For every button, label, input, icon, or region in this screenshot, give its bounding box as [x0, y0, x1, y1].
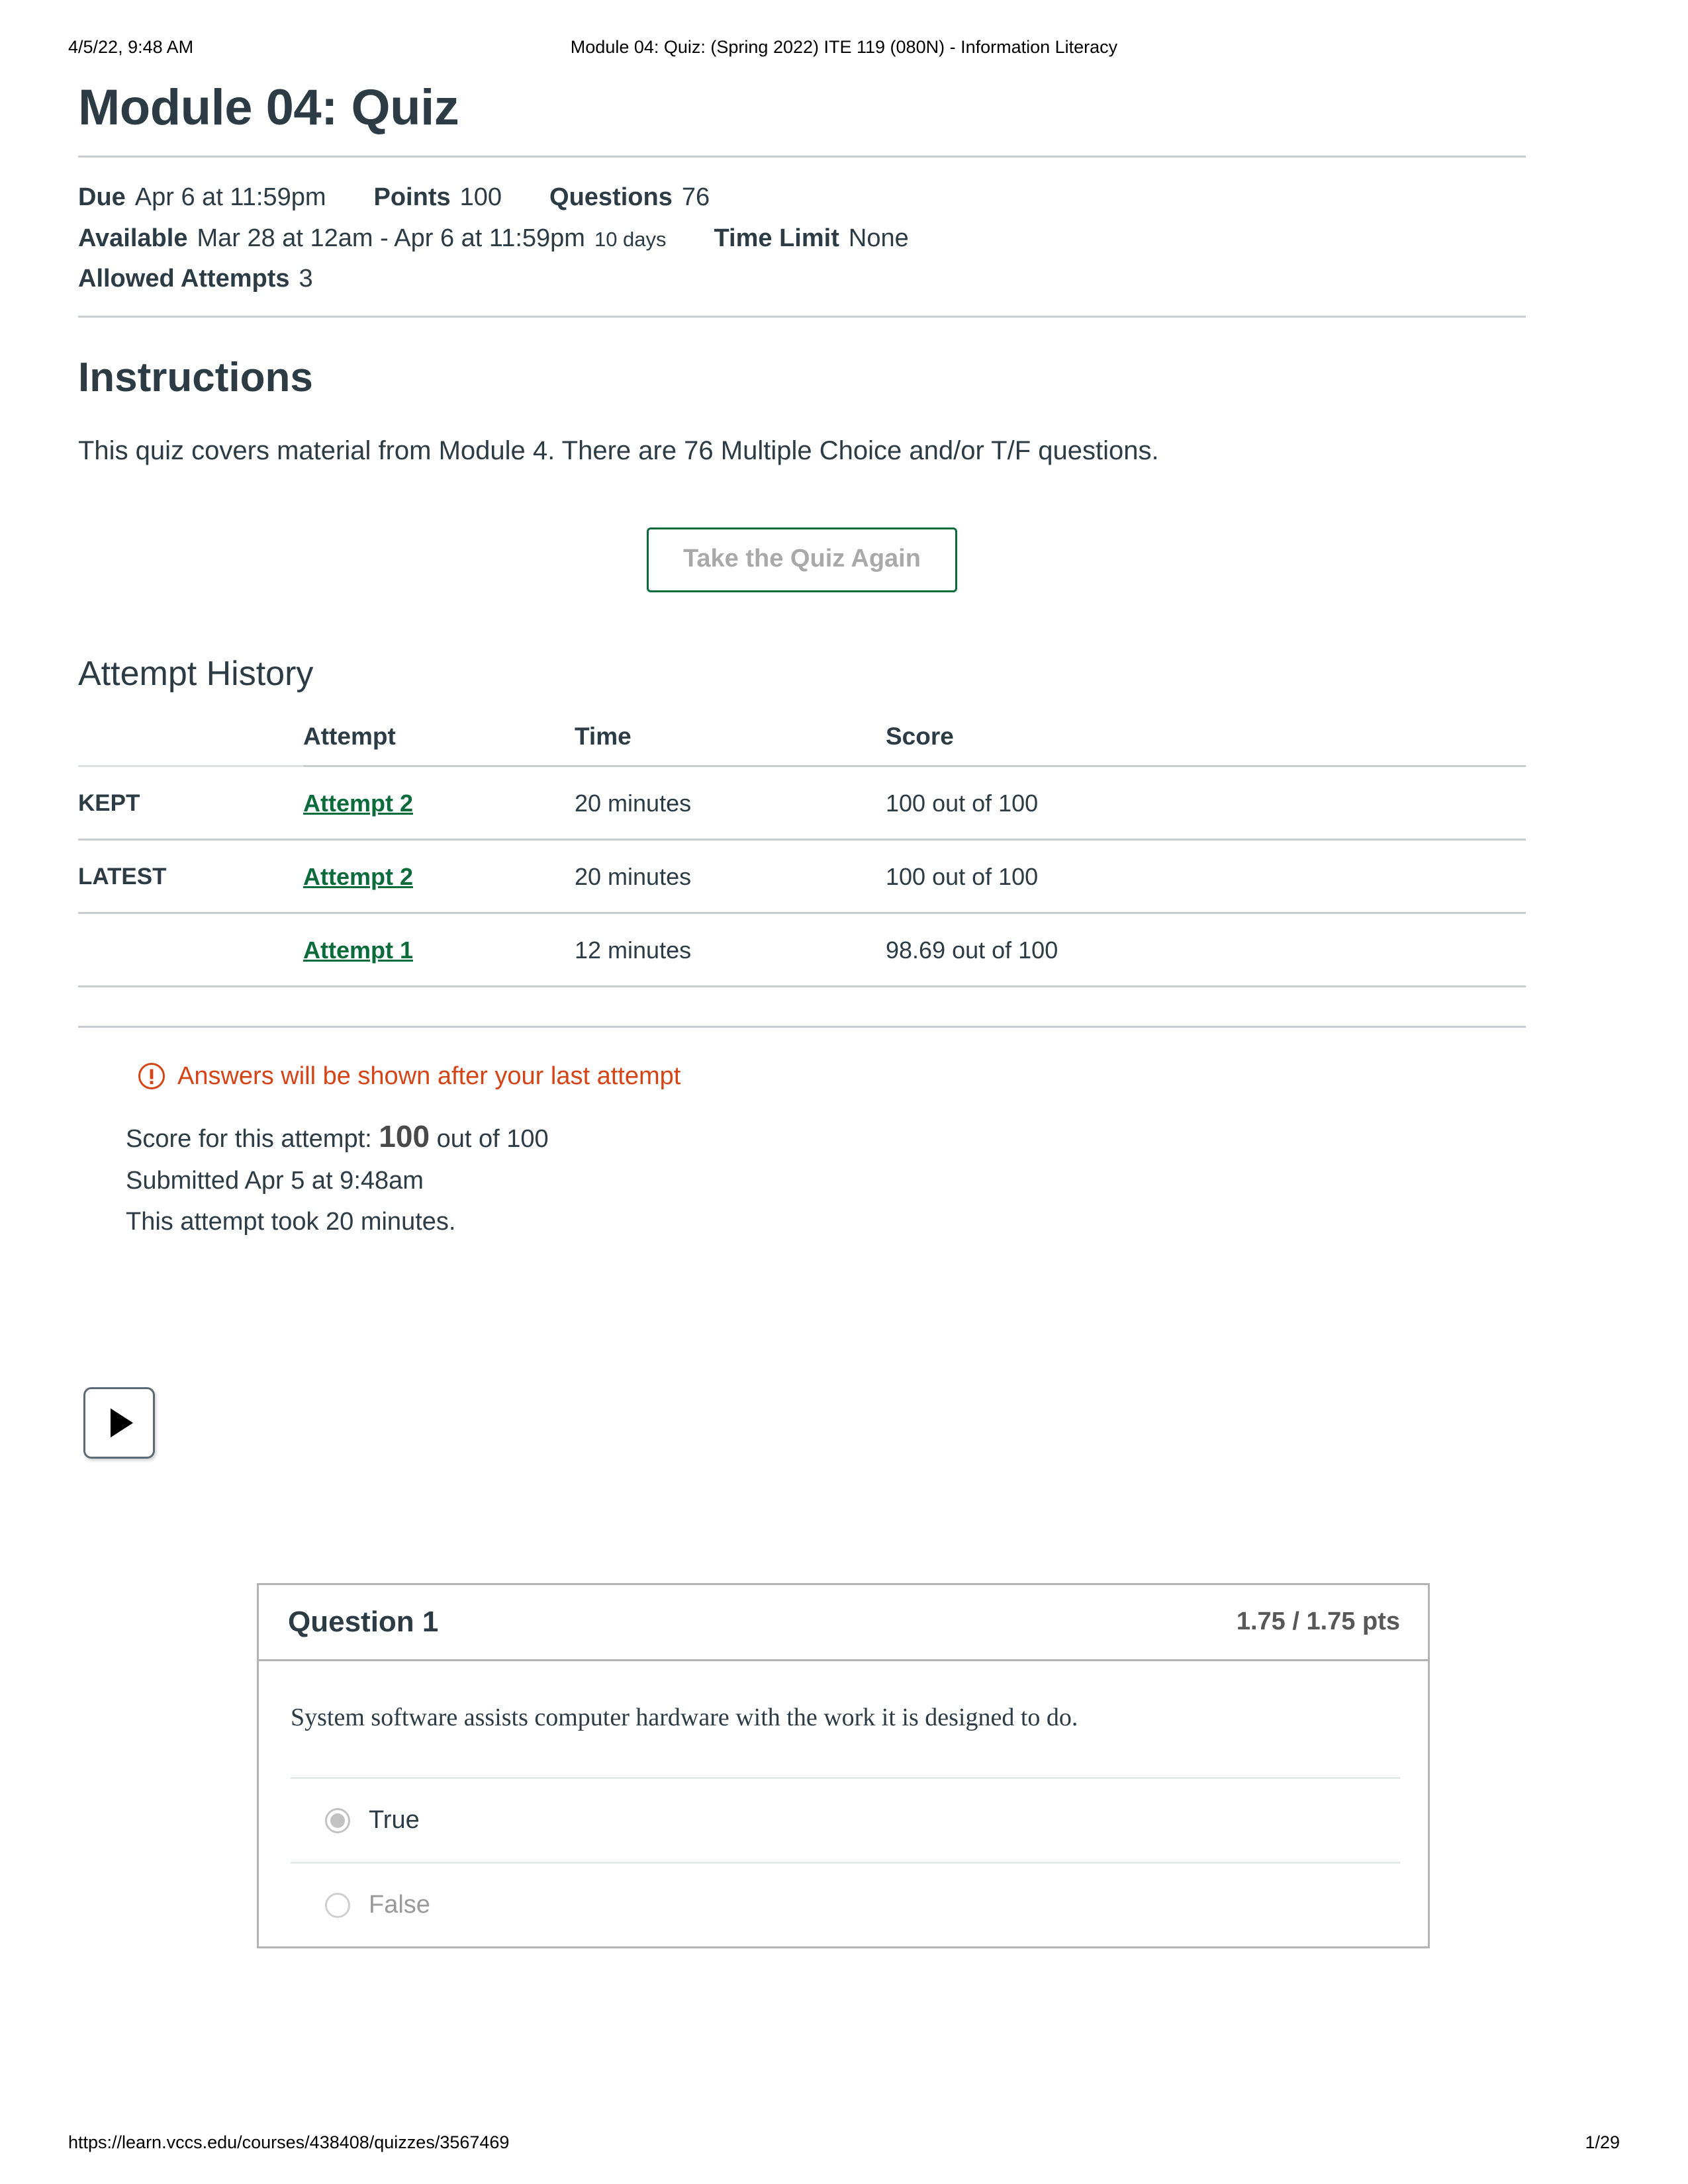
- meta-divider: [78, 315, 1526, 318]
- meta-row-due: Due Apr 6 at 11:59pm Points 100 Questions 76: [78, 177, 1594, 218]
- play-toggle-button[interactable]: [83, 1387, 155, 1459]
- row-score: 98.69 out of 100: [886, 913, 1526, 987]
- row-score: 100 out of 100: [886, 839, 1526, 914]
- quiz-meta: Due Apr 6 at 11:59pm Points 100 Questions 76 …: [78, 177, 1594, 300]
- table-row: KEPT Attempt 2 20 minutes 100 out of 100: [78, 766, 1526, 841]
- time-limit-value: None: [848, 224, 909, 252]
- play-icon: [111, 1408, 133, 1437]
- attempt-link[interactable]: Attempt 2: [303, 790, 413, 817]
- quiz-print-page: 4/5/22, 9:48 AM Module 04: Quiz: (Spring…: [0, 0, 1688, 2184]
- table-row: LATEST Attempt 2 20 minutes 100 out of 1…: [78, 839, 1526, 914]
- row-kind: KEPT: [78, 766, 303, 841]
- score-suffix: out of 100: [436, 1124, 549, 1153]
- time-limit-label: Time Limit: [714, 224, 839, 252]
- print-footer-url: https://learn.vccs.edu/courses/438408/qu…: [68, 2132, 510, 2152]
- row-time: 12 minutes: [575, 913, 886, 987]
- row-score: 100 out of 100: [886, 766, 1526, 841]
- question-body: System software assists computer hardwar…: [259, 1661, 1428, 1946]
- row-time: 20 minutes: [575, 766, 886, 841]
- radio-unselected-icon[interactable]: [325, 1892, 350, 1918]
- col-header-attempt: Attempt: [303, 718, 575, 767]
- answer-label: False: [369, 1891, 430, 1919]
- main-content: Module 04: Quiz Due Apr 6 at 11:59pm Point…: [78, 79, 1594, 1242]
- instructions-heading: Instructions: [78, 354, 313, 400]
- available-duration: 10 days: [594, 227, 667, 251]
- row-kind: [78, 913, 303, 987]
- score-value: 100: [379, 1118, 430, 1154]
- print-header: 4/5/22, 9:48 AM Module 04: Quiz: (Spring…: [0, 37, 1688, 64]
- take-the-quiz-again-button[interactable]: Take the Quiz Again: [647, 527, 957, 593]
- col-header-time: Time: [575, 718, 886, 767]
- question-header: Question 1 1.75 / 1.75 pts: [259, 1585, 1428, 1662]
- meta-row-attempts: Allowed Attempts 3: [78, 259, 1594, 300]
- take-again-wrap: Take the Quiz Again: [78, 527, 1526, 593]
- page-title: Module 04: Quiz: [78, 79, 459, 136]
- alert-message: Answers will be shown after your last at…: [177, 1062, 681, 1090]
- score-line: Score for this attempt: 100 out of 100: [126, 1112, 1594, 1161]
- answers-shown-alert: Answers will be shown after your last at…: [138, 1062, 1594, 1091]
- score-summary: Score for this attempt: 100 out of 100 S…: [126, 1112, 1594, 1243]
- col-header-kind: [78, 718, 303, 767]
- answer-option-false[interactable]: False: [291, 1862, 1400, 1946]
- available-value: Mar 28 at 12am - Apr 6 at 11:59pm: [197, 224, 585, 252]
- available-label: Available: [78, 224, 188, 252]
- table-header-row: Attempt Time Score: [78, 718, 1526, 767]
- attempt-link[interactable]: Attempt 2: [303, 863, 413, 890]
- row-time: 20 minutes: [575, 839, 886, 914]
- allowed-attempts-value: 3: [299, 265, 313, 293]
- attempt-history-table: Attempt Time Score KEPT Attempt 2 20 min…: [78, 718, 1526, 987]
- attempt-link[interactable]: Attempt 1: [303, 936, 413, 964]
- duration-line: This attempt took 20 minutes.: [126, 1207, 456, 1236]
- due-label: Due: [78, 183, 126, 212]
- answer-list: True False: [291, 1777, 1400, 1946]
- allowed-attempts-label: Allowed Attempts: [78, 265, 290, 293]
- print-header-title: Module 04: Quiz: (Spring 2022) ITE 119 (…: [570, 37, 1118, 57]
- attempt-table-bottom-divider: [78, 1025, 1526, 1028]
- row-attempt: Attempt 2: [303, 839, 575, 914]
- print-footer-page: 1/29: [1585, 2132, 1620, 2152]
- points-value: 100: [459, 183, 502, 212]
- submitted-line: Submitted Apr 5 at 9:48am: [126, 1167, 424, 1195]
- question-points: 1.75 / 1.75 pts: [1236, 1608, 1400, 1636]
- col-header-score: Score: [886, 718, 1526, 767]
- attempt-history-heading: Attempt History: [78, 655, 314, 694]
- question-text: System software assists computer hardwar…: [291, 1704, 1078, 1732]
- row-attempt: Attempt 2: [303, 766, 575, 841]
- due-value: Apr 6 at 11:59pm: [134, 183, 326, 212]
- row-kind: LATEST: [78, 839, 303, 914]
- meta-row-available: Available Mar 28 at 12am - Apr 6 at 11:59…: [78, 218, 1594, 259]
- answer-option-true[interactable]: True: [291, 1777, 1400, 1862]
- question-number: Question 1: [288, 1606, 439, 1638]
- instructions-body: This quiz covers material from Module 4.…: [78, 436, 1159, 466]
- row-attempt: Attempt 1: [303, 913, 575, 987]
- warning-icon: [138, 1062, 165, 1090]
- question-card: Question 1 1.75 / 1.75 pts System softwa…: [257, 1583, 1430, 1949]
- title-divider: [78, 156, 1526, 158]
- print-footer: https://learn.vccs.edu/courses/438408/qu…: [0, 2132, 1688, 2159]
- questions-label: Questions: [549, 183, 673, 212]
- radio-selected-icon[interactable]: [325, 1807, 350, 1833]
- score-prefix: Score for this attempt:: [126, 1124, 372, 1153]
- points-label: Points: [373, 183, 451, 212]
- answer-label: True: [369, 1806, 420, 1835]
- questions-value: 76: [681, 183, 710, 212]
- table-row: Attempt 1 12 minutes 98.69 out of 100: [78, 913, 1526, 987]
